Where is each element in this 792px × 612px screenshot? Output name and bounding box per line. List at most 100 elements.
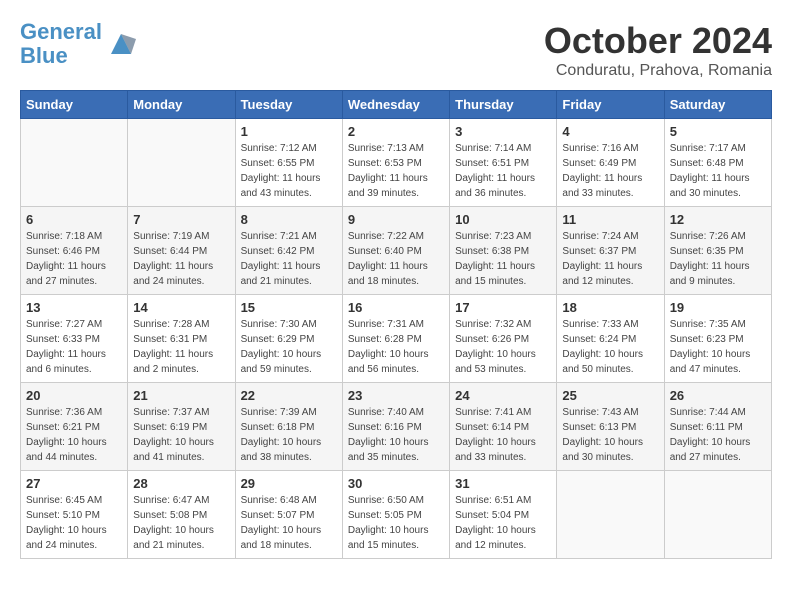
- day-number: 11: [562, 212, 658, 227]
- day-number: 31: [455, 476, 551, 491]
- day-number: 14: [133, 300, 229, 315]
- calendar-cell: [128, 119, 235, 207]
- calendar-week-row: 13 Sunrise: 7:27 AMSunset: 6:33 PMDayligh…: [21, 295, 772, 383]
- logo: General Blue: [20, 20, 136, 68]
- day-number: 25: [562, 388, 658, 403]
- day-number: 18: [562, 300, 658, 315]
- weekday-header-wednesday: Wednesday: [342, 91, 449, 119]
- day-number: 5: [670, 124, 766, 139]
- day-number: 12: [670, 212, 766, 227]
- day-detail: Sunrise: 6:47 AMSunset: 5:08 PMDaylight:…: [133, 493, 229, 553]
- calendar-cell: 29Sunrise: 6:48 AMSunset: 5:07 PMDayligh…: [235, 471, 342, 559]
- month-title: October 2024: [544, 20, 772, 62]
- calendar-cell: 11 Sunrise: 7:24 AMSunset: 6:37 PMDayligh…: [557, 207, 664, 295]
- calendar-week-row: 1 Sunrise: 7:12 AMSunset: 6:55 PMDaylight…: [21, 119, 772, 207]
- day-detail: Sunrise: 7:33 AMSunset: 6:24 PMDaylight:…: [562, 317, 658, 377]
- calendar-cell: 25 Sunrise: 7:43 AMSunset: 6:13 PMDayligh…: [557, 383, 664, 471]
- day-detail: Sunrise: 7:13 AMSunset: 6:53 PMDaylight:…: [348, 141, 444, 201]
- day-detail: Sunrise: 7:21 AMSunset: 6:42 PMDaylight:…: [241, 229, 337, 289]
- day-number: 6: [26, 212, 122, 227]
- calendar-cell: 9Sunrise: 7:22 AMSunset: 6:40 PMDaylight…: [342, 207, 449, 295]
- day-number: 9: [348, 212, 444, 227]
- day-number: 17: [455, 300, 551, 315]
- calendar-cell: 13 Sunrise: 7:27 AMSunset: 6:33 PMDayligh…: [21, 295, 128, 383]
- calendar-cell: 27 Sunrise: 6:45 AMSunset: 5:10 PMDayligh…: [21, 471, 128, 559]
- calendar-cell: 21 Sunrise: 7:37 AMSunset: 6:19 PMDayligh…: [128, 383, 235, 471]
- calendar-cell: 28 Sunrise: 6:47 AMSunset: 5:08 PMDayligh…: [128, 471, 235, 559]
- day-number: 1: [241, 124, 337, 139]
- calendar-cell: 7 Sunrise: 7:19 AMSunset: 6:44 PMDaylight…: [128, 207, 235, 295]
- calendar-cell: 24 Sunrise: 7:41 AMSunset: 6:14 PMDayligh…: [450, 383, 557, 471]
- day-detail: Sunrise: 7:30 AMSunset: 6:29 PMDaylight:…: [241, 317, 337, 377]
- page-header: General Blue October 2024 Conduratu, Pra…: [20, 20, 772, 80]
- day-number: 27: [26, 476, 122, 491]
- day-number: 22: [241, 388, 337, 403]
- calendar-week-row: 20Sunrise: 7:36 AMSunset: 6:21 PMDayligh…: [21, 383, 772, 471]
- weekday-header-monday: Monday: [128, 91, 235, 119]
- calendar-cell: 22Sunrise: 7:39 AMSunset: 6:18 PMDayligh…: [235, 383, 342, 471]
- calendar-cell: [557, 471, 664, 559]
- calendar-cell: 10 Sunrise: 7:23 AMSunset: 6:38 PMDayligh…: [450, 207, 557, 295]
- title-area: October 2024 Conduratu, Prahova, Romania: [544, 20, 772, 80]
- day-number: 23: [348, 388, 444, 403]
- day-detail: Sunrise: 7:18 AMSunset: 6:46 PMDaylight:…: [26, 229, 122, 289]
- day-detail: Sunrise: 7:35 AMSunset: 6:23 PMDaylight:…: [670, 317, 766, 377]
- day-detail: Sunrise: 7:43 AMSunset: 6:13 PMDaylight:…: [562, 405, 658, 465]
- day-number: 3: [455, 124, 551, 139]
- logo-icon: [106, 29, 136, 59]
- weekday-header-tuesday: Tuesday: [235, 91, 342, 119]
- day-number: 19: [670, 300, 766, 315]
- calendar-cell: 31 Sunrise: 6:51 AMSunset: 5:04 PMDayligh…: [450, 471, 557, 559]
- weekday-header-saturday: Saturday: [664, 91, 771, 119]
- calendar-cell: [664, 471, 771, 559]
- day-detail: Sunrise: 7:36 AMSunset: 6:21 PMDaylight:…: [26, 405, 122, 465]
- day-detail: Sunrise: 6:51 AMSunset: 5:04 PMDaylight:…: [455, 493, 551, 553]
- weekday-header-friday: Friday: [557, 91, 664, 119]
- day-number: 7: [133, 212, 229, 227]
- day-detail: Sunrise: 7:12 AMSunset: 6:55 PMDaylight:…: [241, 141, 337, 201]
- day-detail: Sunrise: 7:23 AMSunset: 6:38 PMDaylight:…: [455, 229, 551, 289]
- calendar-cell: 14 Sunrise: 7:28 AMSunset: 6:31 PMDayligh…: [128, 295, 235, 383]
- calendar-cell: 20Sunrise: 7:36 AMSunset: 6:21 PMDayligh…: [21, 383, 128, 471]
- calendar-cell: 4Sunrise: 7:16 AMSunset: 6:49 PMDaylight…: [557, 119, 664, 207]
- weekday-header-row: SundayMondayTuesdayWednesdayThursdayFrid…: [21, 91, 772, 119]
- day-number: 2: [348, 124, 444, 139]
- day-detail: Sunrise: 7:17 AMSunset: 6:48 PMDaylight:…: [670, 141, 766, 201]
- calendar-cell: 30Sunrise: 6:50 AMSunset: 5:05 PMDayligh…: [342, 471, 449, 559]
- day-number: 16: [348, 300, 444, 315]
- day-number: 29: [241, 476, 337, 491]
- calendar-cell: 2 Sunrise: 7:13 AMSunset: 6:53 PMDaylight…: [342, 119, 449, 207]
- day-number: 15: [241, 300, 337, 315]
- day-number: 24: [455, 388, 551, 403]
- day-number: 28: [133, 476, 229, 491]
- weekday-header-sunday: Sunday: [21, 91, 128, 119]
- calendar-cell: 15 Sunrise: 7:30 AMSunset: 6:29 PMDayligh…: [235, 295, 342, 383]
- day-detail: Sunrise: 6:45 AMSunset: 5:10 PMDaylight:…: [26, 493, 122, 553]
- calendar-cell: 5 Sunrise: 7:17 AMSunset: 6:48 PMDaylight…: [664, 119, 771, 207]
- calendar-cell: 1 Sunrise: 7:12 AMSunset: 6:55 PMDaylight…: [235, 119, 342, 207]
- day-number: 26: [670, 388, 766, 403]
- calendar-cell: [21, 119, 128, 207]
- day-detail: Sunrise: 7:28 AMSunset: 6:31 PMDaylight:…: [133, 317, 229, 377]
- calendar-table: SundayMondayTuesdayWednesdayThursdayFrid…: [20, 90, 772, 559]
- calendar-cell: 23 Sunrise: 7:40 AMSunset: 6:16 PMDayligh…: [342, 383, 449, 471]
- day-detail: Sunrise: 7:27 AMSunset: 6:33 PMDaylight:…: [26, 317, 122, 377]
- day-number: 21: [133, 388, 229, 403]
- day-detail: Sunrise: 7:31 AMSunset: 6:28 PMDaylight:…: [348, 317, 444, 377]
- calendar-cell: 16 Sunrise: 7:31 AMSunset: 6:28 PMDayligh…: [342, 295, 449, 383]
- day-detail: Sunrise: 7:24 AMSunset: 6:37 PMDaylight:…: [562, 229, 658, 289]
- calendar-cell: 18 Sunrise: 7:33 AMSunset: 6:24 PMDayligh…: [557, 295, 664, 383]
- calendar-week-row: 6 Sunrise: 7:18 AMSunset: 6:46 PMDaylight…: [21, 207, 772, 295]
- day-detail: Sunrise: 7:41 AMSunset: 6:14 PMDaylight:…: [455, 405, 551, 465]
- day-detail: Sunrise: 7:37 AMSunset: 6:19 PMDaylight:…: [133, 405, 229, 465]
- calendar-cell: 8 Sunrise: 7:21 AMSunset: 6:42 PMDaylight…: [235, 207, 342, 295]
- day-number: 10: [455, 212, 551, 227]
- calendar-cell: 17Sunrise: 7:32 AMSunset: 6:26 PMDayligh…: [450, 295, 557, 383]
- day-detail: Sunrise: 7:19 AMSunset: 6:44 PMDaylight:…: [133, 229, 229, 289]
- day-detail: Sunrise: 7:44 AMSunset: 6:11 PMDaylight:…: [670, 405, 766, 465]
- day-detail: Sunrise: 7:40 AMSunset: 6:16 PMDaylight:…: [348, 405, 444, 465]
- day-detail: Sunrise: 6:50 AMSunset: 5:05 PMDaylight:…: [348, 493, 444, 553]
- calendar-week-row: 27 Sunrise: 6:45 AMSunset: 5:10 PMDayligh…: [21, 471, 772, 559]
- day-number: 8: [241, 212, 337, 227]
- day-number: 13: [26, 300, 122, 315]
